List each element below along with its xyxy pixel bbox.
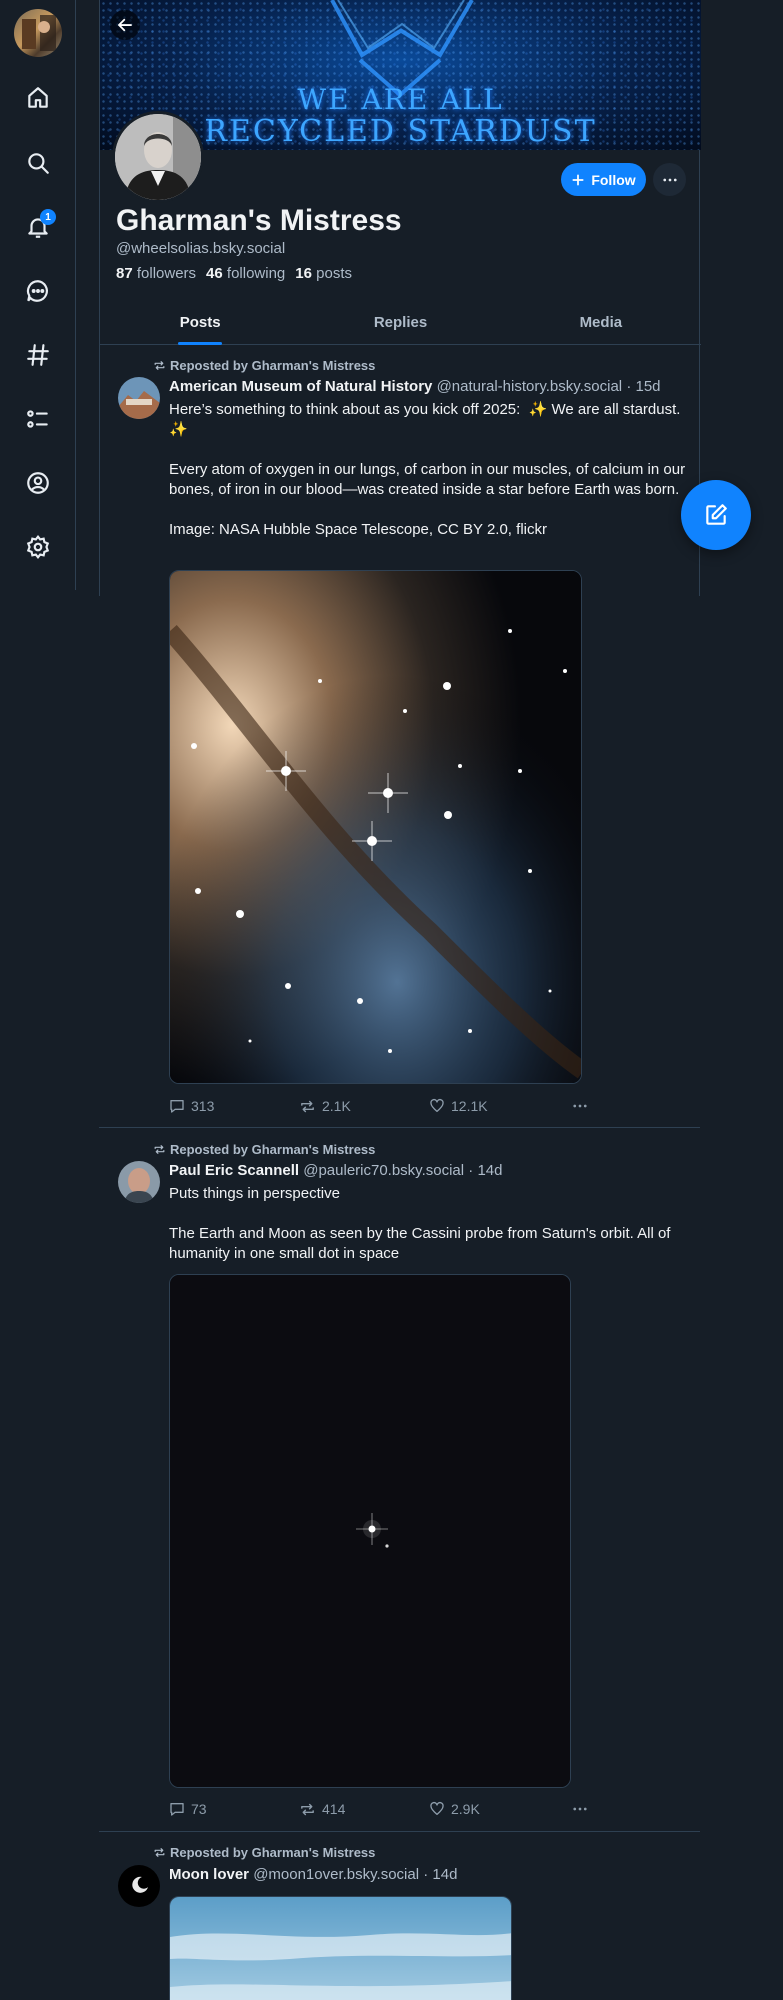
post-age[interactable]: 14d	[477, 1162, 502, 1179]
followers-stat[interactable]: 87 followers	[116, 265, 196, 282]
profile-icon	[27, 472, 49, 494]
profile-stats: 87 followers 46 following 16 posts	[116, 265, 352, 282]
repost-by-label: Reposted by Gharman's Mistress	[170, 1845, 376, 1860]
post-text: Here’s something to think about as you k…	[169, 401, 686, 538]
post-more-button[interactable]	[571, 1798, 589, 1820]
heart-icon	[430, 1098, 444, 1112]
like-count: 2.9K	[451, 1801, 480, 1817]
hashtag-icon	[27, 344, 49, 366]
post-actions: 73 414 2.9K	[169, 1798, 589, 1820]
like-button[interactable]: 12.1K	[429, 1095, 559, 1117]
post-author-handle[interactable]: @natural-history.bsky.social	[437, 378, 623, 395]
repost-icon	[301, 1803, 314, 1815]
post-author-handle[interactable]: @moon1over.bsky.social	[253, 1866, 419, 1883]
banner-text-line1: WE ARE ALL	[297, 83, 504, 116]
notifications-nav-button[interactable]: 1	[18, 207, 58, 247]
back-button[interactable]	[110, 10, 140, 40]
tab-posts[interactable]: Posts	[100, 300, 300, 344]
compose-icon	[706, 504, 727, 525]
profile-handle: @wheelsolias.bsky.social	[116, 240, 286, 257]
list-icon	[27, 410, 48, 428]
post-author-avatar[interactable]	[118, 377, 160, 419]
profile-more-button[interactable]	[653, 163, 686, 196]
heart-icon	[430, 1801, 444, 1815]
reply-count: 73	[191, 1801, 207, 1817]
repost-indicator: Reposted by Gharman's Mistress	[153, 1845, 375, 1860]
home-icon	[28, 87, 48, 108]
post-author-handle[interactable]: @pauleric70.bsky.social	[303, 1162, 464, 1179]
post-more-button[interactable]	[571, 1095, 589, 1117]
plus-icon	[572, 173, 584, 186]
repost-indicator: Reposted by Gharman's Mistress	[153, 358, 375, 373]
repost-by-label: Reposted by Gharman's Mistress	[170, 358, 376, 373]
post-text: Puts things in perspective The Earth and…	[169, 1185, 671, 1262]
feeds-nav-button[interactable]	[18, 335, 58, 375]
repost-count: 414	[322, 1801, 346, 1817]
current-user-avatar[interactable]	[14, 9, 62, 57]
lists-nav-button[interactable]	[18, 399, 58, 439]
repost-button[interactable]: 2.1K	[299, 1095, 429, 1117]
repost-icon	[154, 361, 165, 370]
follow-button[interactable]: Follow	[561, 163, 646, 196]
following-stat[interactable]: 46 following	[206, 265, 285, 282]
post-author-name[interactable]: American Museum of Natural History	[169, 378, 432, 395]
post-header: Moon lover @moon1over.bsky.social · 14d	[169, 1866, 458, 1883]
repost-icon	[301, 1100, 314, 1112]
tab-replies[interactable]: Replies	[300, 300, 500, 344]
post-age[interactable]: 15d	[636, 378, 661, 395]
home-nav-button[interactable]	[18, 78, 58, 118]
like-count: 12.1K	[451, 1098, 488, 1114]
reply-count: 313	[191, 1098, 215, 1114]
reply-icon	[170, 1803, 184, 1816]
ellipsis-icon	[573, 1807, 587, 1811]
post-header: Paul Eric Scannell @pauleric70.bsky.soci…	[169, 1162, 503, 1179]
post-age[interactable]: 14d	[432, 1866, 457, 1883]
repost-button[interactable]: 414	[299, 1798, 429, 1820]
post-image-earth-dot[interactable]	[169, 1274, 571, 1788]
notification-badge: 1	[40, 209, 56, 225]
arrow-left-icon	[118, 18, 132, 32]
post-author-avatar[interactable]	[118, 1865, 160, 1907]
compose-post-button[interactable]	[681, 480, 751, 550]
repost-count: 2.1K	[322, 1098, 351, 1114]
search-nav-button[interactable]	[18, 143, 58, 183]
post-actions: 313 2.1K 12.1K	[169, 1095, 589, 1117]
reply-button[interactable]: 73	[169, 1798, 299, 1820]
repost-by-label: Reposted by Gharman's Mistress	[170, 1142, 376, 1157]
post-header: American Museum of Natural History @natu…	[169, 378, 661, 395]
search-icon	[28, 153, 49, 174]
chat-nav-button[interactable]	[18, 271, 58, 311]
follow-button-label: Follow	[591, 171, 636, 188]
repost-icon	[154, 1848, 165, 1857]
post-author-name[interactable]: Moon lover	[169, 1866, 249, 1883]
profile-avatar[interactable]	[112, 111, 204, 203]
tab-media[interactable]: Media	[501, 300, 701, 344]
reply-button[interactable]: 313	[169, 1095, 299, 1117]
post-author-name[interactable]: Paul Eric Scannell	[169, 1162, 299, 1179]
ellipsis-icon	[573, 1104, 587, 1108]
repost-icon	[154, 1145, 165, 1154]
repost-indicator: Reposted by Gharman's Mistress	[153, 1142, 375, 1157]
reply-icon	[170, 1100, 184, 1113]
settings-nav-button[interactable]	[18, 527, 58, 567]
profile-nav-button[interactable]	[18, 463, 58, 503]
posts-stat: 16 posts	[295, 265, 352, 282]
gear-icon	[26, 534, 50, 560]
post-image-sky[interactable]	[169, 1896, 512, 2000]
left-navigation: 1	[0, 0, 76, 590]
chat-bubble-icon	[26, 280, 48, 302]
profile-tabs: Posts Replies Media	[100, 300, 701, 345]
post-item[interactable]: Reposted by Gharman's Mistress American …	[99, 346, 700, 1127]
like-button[interactable]: 2.9K	[429, 1798, 559, 1820]
post-item[interactable]: Reposted by Gharman's Mistress Moon love…	[99, 1832, 700, 2000]
post-item[interactable]: Reposted by Gharman's Mistress Paul Eric…	[99, 1128, 700, 1830]
post-author-avatar[interactable]	[118, 1161, 160, 1203]
display-name: Gharman's Mistress	[116, 204, 402, 237]
post-image-galaxy[interactable]	[169, 570, 582, 1084]
ellipsis-icon	[662, 178, 677, 181]
